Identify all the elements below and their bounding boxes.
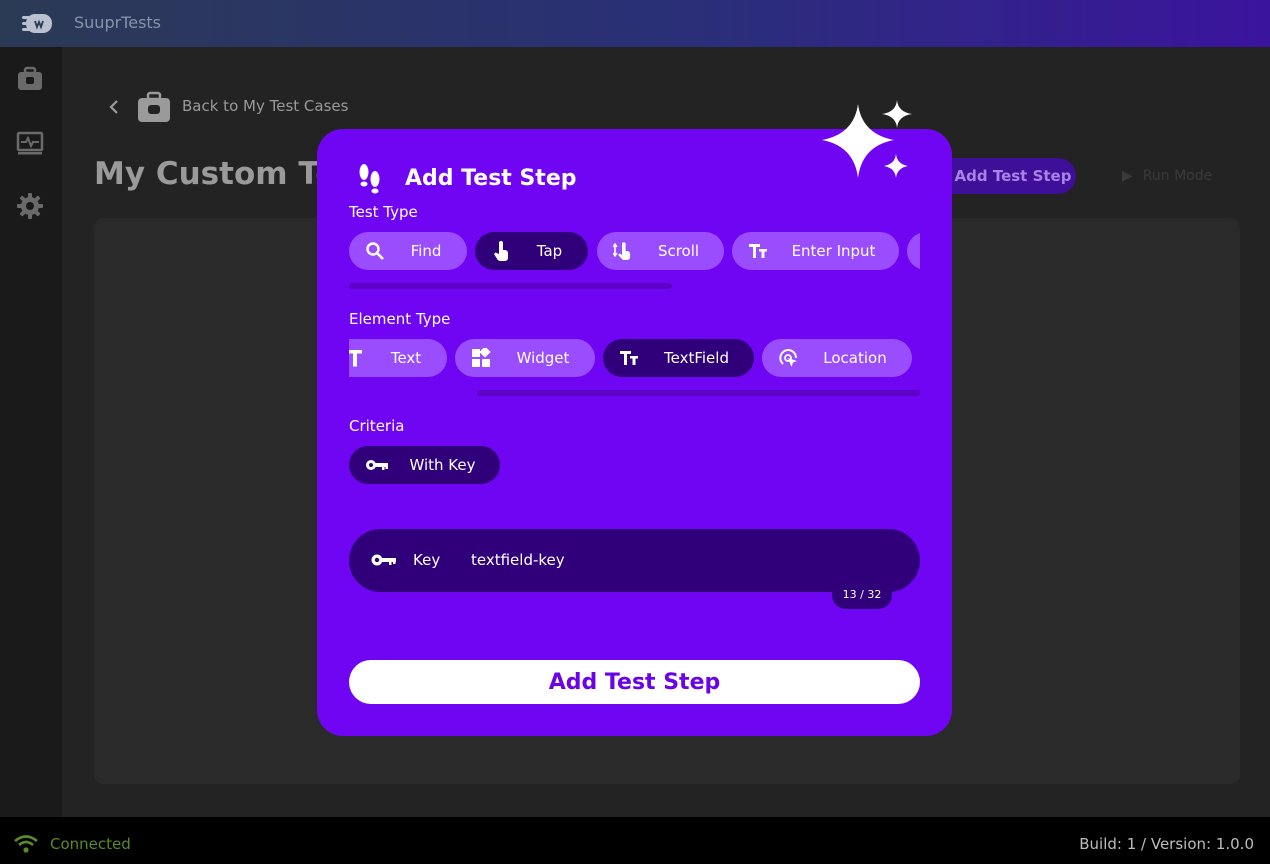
key-input[interactable] <box>471 545 871 575</box>
test-type-find-label: Find <box>410 242 442 260</box>
build-version: Build: 1 / Version: 1.0.0 <box>1079 835 1254 853</box>
element-type-widget-chip[interactable]: Widget <box>455 339 595 377</box>
wifi-icon <box>14 835 38 853</box>
test-case-icon <box>138 91 170 122</box>
test-type-find-chip[interactable]: Find <box>349 232 467 270</box>
test-type-tap-label: Tap <box>536 242 563 260</box>
app-logo-icon <box>22 14 52 33</box>
character-counter-text: 13 / 32 <box>842 588 882 601</box>
test-type-more-chip[interactable] <box>907 232 920 270</box>
back-to-test-cases-link[interactable]: Back to My Test Cases <box>182 97 348 115</box>
play-icon: ▶ <box>1122 168 1133 184</box>
app-title: SuuprTests <box>74 13 162 32</box>
test-type-scrollbar[interactable] <box>349 283 672 289</box>
criteria-with-key-label: With Key <box>409 456 476 474</box>
gear-icon[interactable] <box>16 192 44 220</box>
test-type-options: Find Tap Scroll Enter Input <box>349 232 920 272</box>
test-type-tap-chip[interactable]: Tap <box>475 232 588 270</box>
element-type-label: Element Type <box>349 310 451 328</box>
test-type-enter-input-chip[interactable]: Enter Input <box>732 232 899 270</box>
element-type-text-label: Text <box>390 349 422 367</box>
connection-status: Connected <box>50 835 131 853</box>
sidebar <box>0 47 62 817</box>
test-type-label: Test Type <box>349 203 418 221</box>
test-type-scroll-label: Scroll <box>657 242 700 260</box>
monitor-icon[interactable] <box>16 129 44 157</box>
add-test-step-button[interactable]: Add Test Step <box>349 660 920 704</box>
element-type-options: Text Widget TextField Location <box>349 339 920 379</box>
element-type-text-chip[interactable]: Text <box>349 339 447 377</box>
element-type-scrollbar[interactable] <box>477 390 920 396</box>
character-counter: 13 / 32 <box>832 580 892 609</box>
element-type-textfield-chip[interactable]: TextField <box>603 339 754 377</box>
chevron-left-icon[interactable] <box>106 98 122 116</box>
title-bar: SuuprTests <box>0 0 1270 47</box>
background-add-test-step-label: Add Test Step <box>954 167 1072 185</box>
dialog-title: Add Test Step <box>405 166 577 191</box>
element-type-location-chip[interactable]: Location <box>762 339 912 377</box>
run-mode-button[interactable]: ▶ Run Mode <box>1110 158 1240 194</box>
element-type-textfield-label: TextField <box>664 349 729 367</box>
element-type-location-label: Location <box>823 349 887 367</box>
key-input-field[interactable]: Key <box>349 529 920 592</box>
test-cases-icon[interactable] <box>16 65 44 93</box>
criteria-label: Criteria <box>349 417 405 435</box>
run-mode-label: Run Mode <box>1142 168 1213 184</box>
test-type-enter-input-label: Enter Input <box>791 242 876 260</box>
key-icon <box>371 554 396 566</box>
criteria-options: With Key <box>349 446 920 486</box>
criteria-with-key-chip[interactable]: With Key <box>349 446 500 484</box>
sparkle-icon <box>822 100 912 178</box>
test-type-scroll-chip[interactable]: Scroll <box>597 232 724 270</box>
key-field-label: Key <box>413 551 441 569</box>
footsteps-icon <box>359 164 380 194</box>
element-type-widget-label: Widget <box>516 349 570 367</box>
